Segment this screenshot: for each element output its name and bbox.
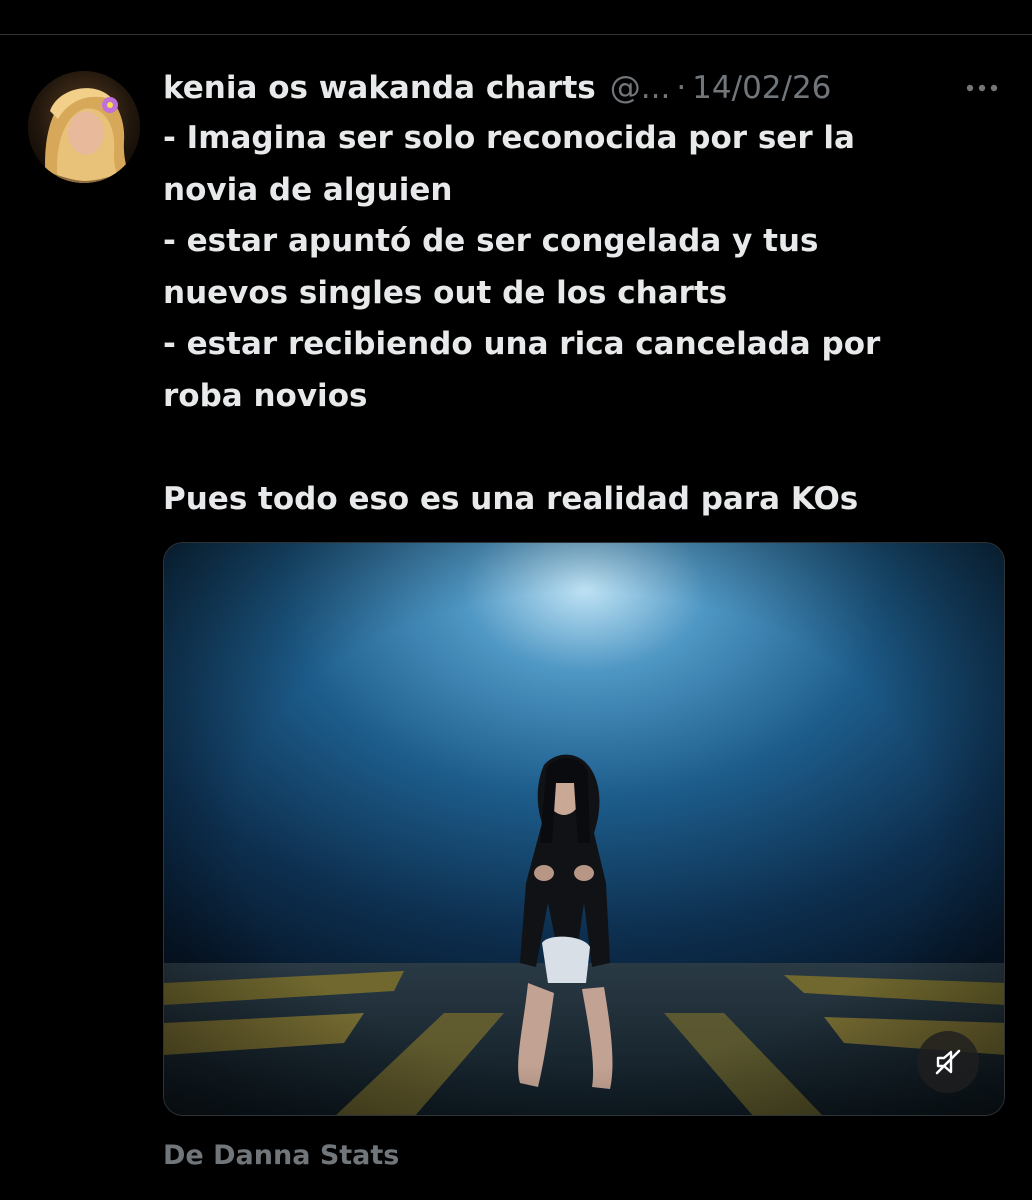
author-display-name[interactable]: kenia os wakanda charts — [163, 70, 596, 106]
top-divider — [0, 34, 1032, 35]
muted-speaker-icon — [935, 1049, 961, 1075]
tweet-text-line: - estar apuntó de ser congelada y tus — [163, 223, 819, 259]
avatar[interactable] — [28, 71, 140, 183]
avatar-image — [28, 71, 140, 183]
tweet-date[interactable]: 14/02/26 — [692, 70, 831, 106]
tweet-text-line: nuevos singles out de los charts — [163, 274, 728, 311]
video-player[interactable] — [163, 542, 1005, 1116]
source-attribution[interactable]: De Danna Stats — [163, 1140, 399, 1171]
tweet-text: - Imagina ser solo reconocida por ser la… — [163, 113, 993, 525]
more-options-button[interactable] — [958, 70, 1006, 106]
header-separator: · — [676, 70, 687, 106]
author-handle[interactable]: @... — [610, 70, 671, 106]
tweet-text-line: Pues todo eso es una realidad para KOs — [163, 480, 859, 517]
tweet-text-line: roba novios — [163, 377, 368, 414]
tweet-text-line: - estar recibiendo una rica cancelada po… — [163, 326, 881, 362]
tweet-header: kenia os wakanda charts @... · 14/02/26 — [163, 64, 983, 112]
more-options-icon — [966, 84, 998, 92]
tweet-page: kenia os wakanda charts @... · 14/02/26 … — [0, 0, 1032, 1200]
tweet-text-line: novia de alguien — [163, 171, 453, 208]
mute-toggle-button[interactable] — [917, 1031, 979, 1093]
tweet-text-line: - Imagina ser solo reconocida por ser la — [163, 120, 855, 156]
video-frame — [164, 543, 1004, 1115]
